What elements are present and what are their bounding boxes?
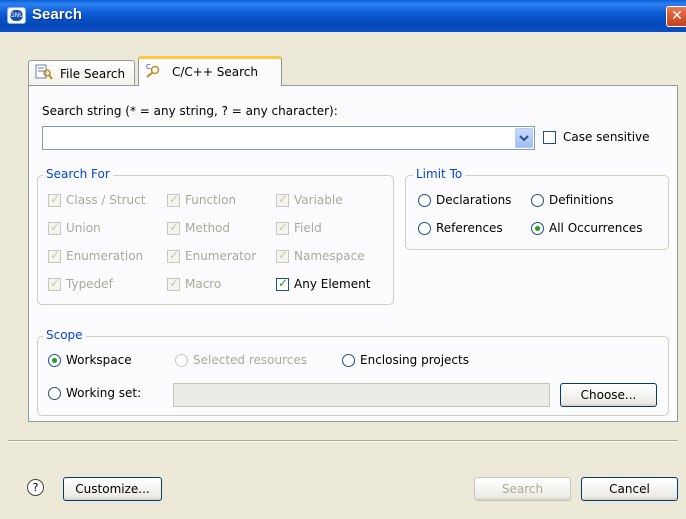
class-struct-checkbox[interactable]: ✓: [48, 192, 61, 207]
search-dialog: GNU Search ✕ File Search C C/C++ Search …: [0, 0, 686, 519]
search-string-combo[interactable]: [42, 126, 535, 150]
workspace-label: Workspace: [66, 353, 132, 367]
tab-file-search-label: File Search: [60, 67, 126, 81]
all-occurrences-radio[interactable]: [531, 222, 544, 235]
svg-text:C: C: [146, 63, 151, 71]
app-icon: GNU: [7, 7, 26, 24]
definitions-radio[interactable]: [531, 194, 544, 207]
cpp-search-icon: C: [146, 63, 160, 78]
namespace-checkbox[interactable]: ✓: [276, 248, 289, 263]
enumeration-checkbox[interactable]: ✓: [48, 248, 61, 263]
chevron-down-icon: [519, 135, 529, 142]
cancel-button[interactable]: Cancel: [581, 477, 678, 501]
enumerator-label: Enumerator: [185, 249, 257, 263]
references-radio[interactable]: [418, 222, 431, 235]
method-checkbox[interactable]: ✓: [167, 220, 180, 235]
any-element-checkbox[interactable]: ✓: [276, 276, 289, 291]
file-search-icon: [35, 64, 53, 80]
tab-file-search[interactable]: File Search: [28, 60, 135, 85]
workspace-radio[interactable]: [48, 354, 61, 367]
customize-button[interactable]: Customize...: [63, 477, 162, 501]
enumerator-checkbox[interactable]: ✓: [167, 248, 180, 263]
working-set-radio[interactable]: [48, 387, 61, 400]
class-struct-label: Class / Struct: [66, 193, 146, 207]
search-button[interactable]: Search: [474, 477, 571, 501]
selected-resources-label: Selected resources: [193, 353, 307, 367]
function-label: Function: [185, 193, 237, 207]
selected-resources-radio[interactable]: [175, 354, 188, 367]
limit-to-title: Limit To: [413, 167, 466, 181]
search-string-label: Search string (* = any string, ? = any c…: [42, 104, 338, 118]
variable-label: Variable: [294, 193, 343, 207]
typedef-label: Typedef: [66, 277, 113, 291]
references-label: References: [436, 221, 503, 235]
working-set-label: Working set:: [66, 386, 142, 400]
title-bar[interactable]: GNU Search ✕: [0, 0, 686, 32]
case-sensitive-checkbox[interactable]: [543, 131, 556, 144]
union-label: Union: [66, 221, 101, 235]
footer-separator: [8, 440, 678, 442]
any-element-label: Any Element: [294, 277, 371, 291]
field-checkbox[interactable]: ✓: [276, 220, 289, 235]
macro-label: Macro: [185, 277, 222, 291]
limit-to-group: [405, 175, 669, 250]
combo-dropdown-button[interactable]: [515, 128, 533, 148]
scope-title: Scope: [43, 328, 86, 342]
declarations-radio[interactable]: [418, 194, 431, 207]
namespace-label: Namespace: [294, 249, 365, 263]
field-label: Field: [294, 221, 322, 235]
method-label: Method: [185, 221, 231, 235]
declarations-label: Declarations: [436, 193, 512, 207]
enclosing-projects-radio[interactable]: [342, 354, 355, 367]
search-for-title: Search For: [43, 167, 113, 181]
case-sensitive-label: Case sensitive: [563, 130, 650, 144]
choose-button[interactable]: Choose...: [560, 383, 657, 407]
definitions-label: Definitions: [549, 193, 614, 207]
function-checkbox[interactable]: ✓: [167, 192, 180, 207]
help-icon[interactable]: ?: [27, 479, 44, 496]
tab-cpp-search[interactable]: C C/C++ Search: [138, 56, 282, 86]
enumeration-label: Enumeration: [66, 249, 144, 263]
close-button[interactable]: ✕: [666, 6, 686, 27]
enclosing-projects-label: Enclosing projects: [360, 353, 469, 367]
window-title: Search: [32, 6, 83, 23]
variable-checkbox[interactable]: ✓: [276, 192, 289, 207]
all-occurrences-label: All Occurrences: [549, 221, 643, 235]
macro-checkbox[interactable]: ✓: [167, 276, 180, 291]
union-checkbox[interactable]: ✓: [48, 220, 61, 235]
tab-cpp-search-label: C/C++ Search: [172, 65, 258, 79]
typedef-checkbox[interactable]: ✓: [48, 276, 61, 291]
working-set-field: [173, 383, 550, 407]
